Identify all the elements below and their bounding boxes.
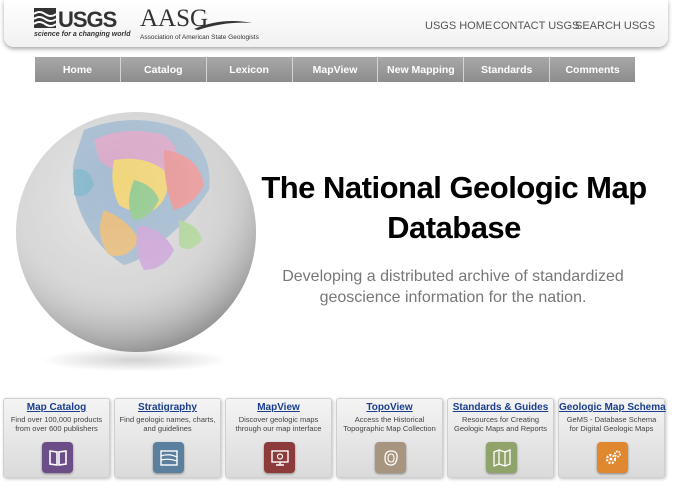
tile-desc: Resources for Creating Geologic Maps and … bbox=[454, 415, 547, 433]
tile-standards-guides[interactable]: Standards & Guides Resources for Creatin… bbox=[447, 398, 554, 478]
tile-title[interactable]: Stratigraphy bbox=[115, 402, 220, 413]
main-nav: Home Catalog Lexicon MapView New Mapping… bbox=[35, 57, 636, 82]
tile-title[interactable]: Geologic Map Schema bbox=[559, 402, 666, 413]
folded-map-icon[interactable] bbox=[486, 442, 517, 473]
nav-new-mapping[interactable]: New Mapping bbox=[378, 57, 465, 82]
tile-desc: Access the Historical Topographic Map Col… bbox=[343, 415, 436, 433]
tile-mapview[interactable]: MapView Discover geologic maps through ou… bbox=[225, 398, 332, 478]
page-subtitle: Developing a distributed archive of stan… bbox=[278, 266, 628, 308]
title-line-2: Database bbox=[387, 210, 521, 245]
geologic-globe-image bbox=[16, 112, 256, 352]
tile-stratigraphy[interactable]: Stratigraphy Find geologic names, charts… bbox=[114, 398, 221, 478]
tile-topoview[interactable]: TopoView Access the Historical Topographi… bbox=[336, 398, 443, 478]
nav-mapview[interactable]: MapView bbox=[292, 57, 379, 82]
subtitle-line-2: geoscience information for the nation. bbox=[319, 289, 587, 306]
tile-desc: GeMS - Database Schema for Digital Geolog… bbox=[566, 415, 657, 433]
tile-desc: Find geologic names, charts, and guidelin… bbox=[119, 415, 216, 433]
tile-title[interactable]: Standards & Guides bbox=[448, 402, 553, 413]
strata-icon[interactable] bbox=[153, 442, 184, 473]
usgs-name: USGS bbox=[58, 7, 117, 32]
tile-desc: Find over 100,000 products from over 600 … bbox=[10, 415, 103, 433]
gears-icon[interactable] bbox=[597, 442, 628, 473]
nav-standards[interactable]: Standards bbox=[464, 57, 551, 82]
topo-icon[interactable] bbox=[375, 442, 406, 473]
nav-home[interactable]: Home bbox=[35, 57, 121, 82]
book-icon[interactable] bbox=[42, 442, 73, 473]
nav-lexicon[interactable]: Lexicon bbox=[206, 57, 293, 82]
usgs-wave-icon bbox=[34, 8, 56, 28]
tile-title[interactable]: TopoView bbox=[337, 402, 442, 413]
tile-map-catalog[interactable]: Map Catalog Find over 100,000 products fr… bbox=[3, 398, 110, 478]
map-view-icon[interactable] bbox=[264, 442, 295, 473]
aasg-logo[interactable]: AASG Association of American State Geolo… bbox=[140, 5, 280, 43]
tile-title[interactable]: MapView bbox=[226, 402, 331, 413]
usgs-tagline: science for a changing world bbox=[34, 31, 131, 38]
page-title: The National Geologic Map Database bbox=[258, 168, 650, 248]
search-usgs-link[interactable]: SEARCH USGS bbox=[575, 20, 655, 32]
subtitle-line-1: Developing a distributed archive of stan… bbox=[282, 268, 624, 285]
site-header: USGS science for a changing world AASG A… bbox=[4, 0, 668, 47]
tile-geologic-map-schema[interactable]: Geologic Map Schema GeMS - Database Sche… bbox=[558, 398, 666, 478]
contact-usgs-link[interactable]: CONTACT USGS bbox=[493, 20, 579, 32]
usgs-logo[interactable]: USGS science for a changing world bbox=[34, 7, 131, 42]
nav-comments[interactable]: Comments bbox=[550, 57, 636, 82]
nav-catalog[interactable]: Catalog bbox=[120, 57, 207, 82]
aasg-fullname: Association of American State Geologists bbox=[140, 34, 259, 41]
tile-title[interactable]: Map Catalog bbox=[4, 402, 109, 413]
aasg-swoosh-icon bbox=[194, 21, 252, 30]
usgs-home-link[interactable]: USGS HOME bbox=[425, 20, 492, 32]
title-line-1: The National Geologic Map bbox=[261, 170, 647, 205]
feature-tiles: Map Catalog Find over 100,000 products fr… bbox=[3, 398, 667, 482]
tile-desc: Discover geologic maps through our map in… bbox=[235, 415, 322, 433]
